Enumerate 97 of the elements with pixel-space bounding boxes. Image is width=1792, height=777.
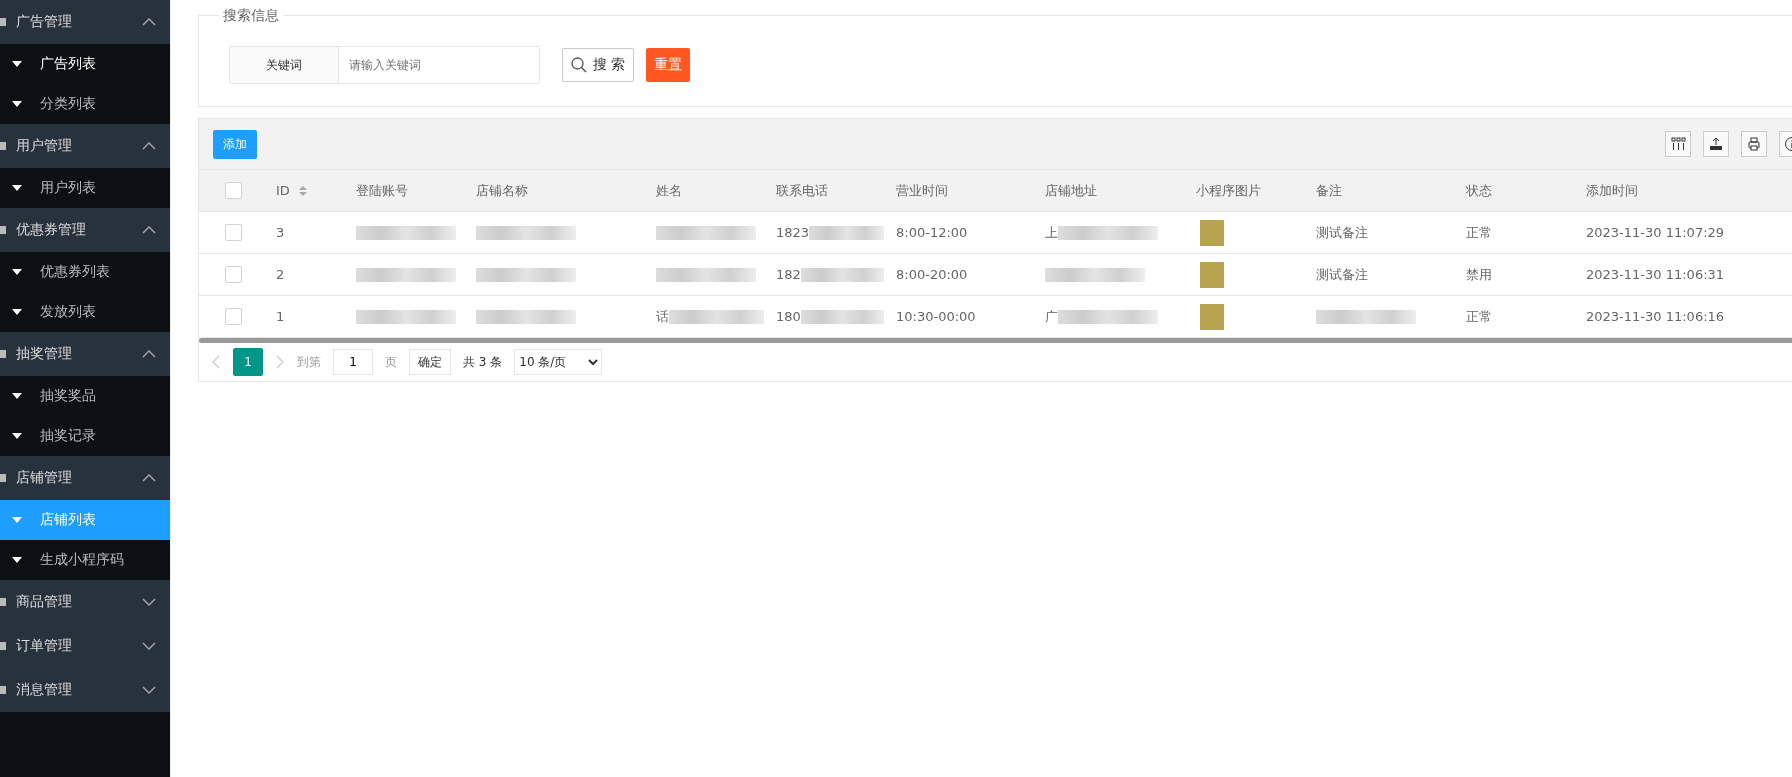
- caret-down-icon: [12, 393, 22, 399]
- sidebar-item[interactable]: 广告列表: [0, 44, 170, 84]
- toolbar-button[interactable]: [1665, 131, 1691, 157]
- chevron-up-icon: [142, 226, 156, 234]
- sidebar-group-header[interactable]: 抽奖管理: [0, 332, 170, 376]
- column-header: 状态: [1454, 170, 1574, 212]
- sidebar-item[interactable]: 抽奖记录: [0, 416, 170, 456]
- field-label: 关键词: [230, 47, 339, 83]
- column-header: 联系电话: [764, 170, 884, 212]
- table-cell-text: 180: [776, 309, 801, 324]
- keyword-field[interactable]: 关键词 请输入关键词: [229, 46, 540, 84]
- table-cell-text: 广: [1045, 307, 1058, 326]
- page-suffix: 页: [385, 353, 397, 371]
- sidebar-item[interactable]: 分类列表: [0, 84, 170, 124]
- sidebar-item[interactable]: 用户列表: [0, 168, 170, 208]
- search-button[interactable]: 搜 索: [562, 48, 635, 82]
- group-title: 订单管理: [16, 637, 73, 655]
- caret-down-icon: [12, 433, 22, 439]
- table-cell: 测试备注: [1304, 212, 1454, 254]
- table-cell-text: 上: [1045, 223, 1058, 242]
- column-header: 店铺名称: [464, 170, 644, 212]
- group-title: 优惠券管理: [16, 221, 87, 239]
- sidebar-group-header[interactable]: 优惠券管理: [0, 208, 170, 252]
- table-cell-text: 1823: [776, 225, 810, 240]
- row-checkbox[interactable]: [225, 308, 242, 325]
- sidebar-item[interactable]: 生成小程序码: [0, 540, 170, 580]
- total-count: 共 3 条: [463, 353, 503, 371]
- column-header-text: ID: [276, 183, 290, 198]
- print-icon: [1746, 136, 1762, 152]
- column-header: 添加时间: [1574, 170, 1792, 212]
- chevron-up-icon: [142, 474, 156, 482]
- caret-down-icon: [12, 557, 22, 563]
- sidebar-group-header[interactable]: 订单管理: [0, 624, 170, 668]
- table-cell: 正常: [1454, 212, 1574, 254]
- qr-code-thumbnail: [1200, 303, 1224, 330]
- sidebar-group-header[interactable]: 消息管理: [0, 668, 170, 712]
- group-title: 抽奖管理: [16, 345, 73, 363]
- chevron-up-icon: [142, 18, 156, 26]
- column-header: 姓名: [644, 170, 764, 212]
- qr-code-thumbnail: [1200, 261, 1224, 288]
- group-title: 商品管理: [16, 593, 73, 611]
- chevron-down-icon: [142, 686, 156, 694]
- toolbar-button[interactable]: [1741, 131, 1767, 157]
- column-header: 登陆账号: [344, 170, 464, 212]
- panel-legend: 搜索信息: [219, 7, 283, 25]
- chevron-left-icon: [211, 355, 221, 369]
- table-cell: 3: [264, 212, 344, 254]
- page-button[interactable]: 1: [233, 348, 263, 376]
- column-header: 备注: [1304, 170, 1454, 212]
- confirm-button[interactable]: 确定: [409, 349, 451, 375]
- caret-down-icon: [12, 269, 22, 275]
- sidebar-group-header[interactable]: 商品管理: [0, 580, 170, 624]
- group-title: 消息管理: [16, 681, 73, 699]
- caret-down-icon: [12, 101, 22, 107]
- sidebar-group-header[interactable]: 用户管理: [0, 124, 170, 168]
- sidebar-item[interactable]: 抽奖奖品: [0, 376, 170, 416]
- table-cell: 2023-11-30 11:06:31: [1574, 254, 1792, 296]
- sort-icon: [297, 184, 308, 197]
- chevron-right-icon: [275, 355, 285, 369]
- columns-icon: [1670, 136, 1686, 152]
- chevron-up-icon: [142, 142, 156, 150]
- horizontal-scrollbar[interactable]: [199, 338, 1792, 343]
- export-icon: [1708, 136, 1724, 152]
- goto-label: 到第: [297, 353, 321, 371]
- table-cell: 2: [264, 254, 344, 296]
- chevron-down-icon: [142, 598, 156, 606]
- qr-code-thumbnail: [1200, 219, 1224, 246]
- table-cell: 2023-11-30 11:07:29: [1574, 212, 1792, 254]
- caret-down-icon: [12, 61, 22, 67]
- sidebar-group-header[interactable]: 店铺管理: [0, 456, 170, 500]
- page-input[interactable]: 1: [333, 349, 373, 375]
- toolbar-button[interactable]: [1703, 131, 1729, 157]
- column-header: 店铺地址: [1033, 170, 1184, 212]
- column-header: 小程序图片: [1184, 170, 1304, 212]
- table-cell: 8:00-12:00: [884, 212, 1033, 254]
- caret-down-icon: [12, 517, 22, 523]
- table-cell: 禁用: [1454, 254, 1574, 296]
- row-checkbox[interactable]: [225, 266, 242, 283]
- select-all-checkbox[interactable]: [225, 182, 242, 199]
- group-title: 广告管理: [16, 13, 73, 31]
- table-cell-text: 话: [656, 307, 669, 326]
- group-title: 店铺管理: [16, 469, 73, 487]
- sidebar-item[interactable]: 发放列表: [0, 292, 170, 332]
- chevron-down-icon: [142, 642, 156, 650]
- table-cell-text: 182: [776, 267, 801, 282]
- chevron-up-icon: [142, 350, 156, 358]
- table-cell: 测试备注: [1304, 254, 1454, 296]
- sidebar-group-header[interactable]: 广告管理: [0, 0, 170, 44]
- row-checkbox[interactable]: [225, 224, 242, 241]
- column-header: 营业时间: [884, 170, 1033, 212]
- sidebar-item[interactable]: 优惠券列表: [0, 252, 170, 292]
- group-title: 用户管理: [16, 137, 73, 155]
- table-cell: 8:00-20:00: [884, 254, 1033, 296]
- caret-down-icon: [12, 309, 22, 315]
- caret-down-icon: [12, 185, 22, 191]
- search-icon: [571, 57, 587, 73]
- page-size-select[interactable]: 10 条/页: [514, 349, 603, 375]
